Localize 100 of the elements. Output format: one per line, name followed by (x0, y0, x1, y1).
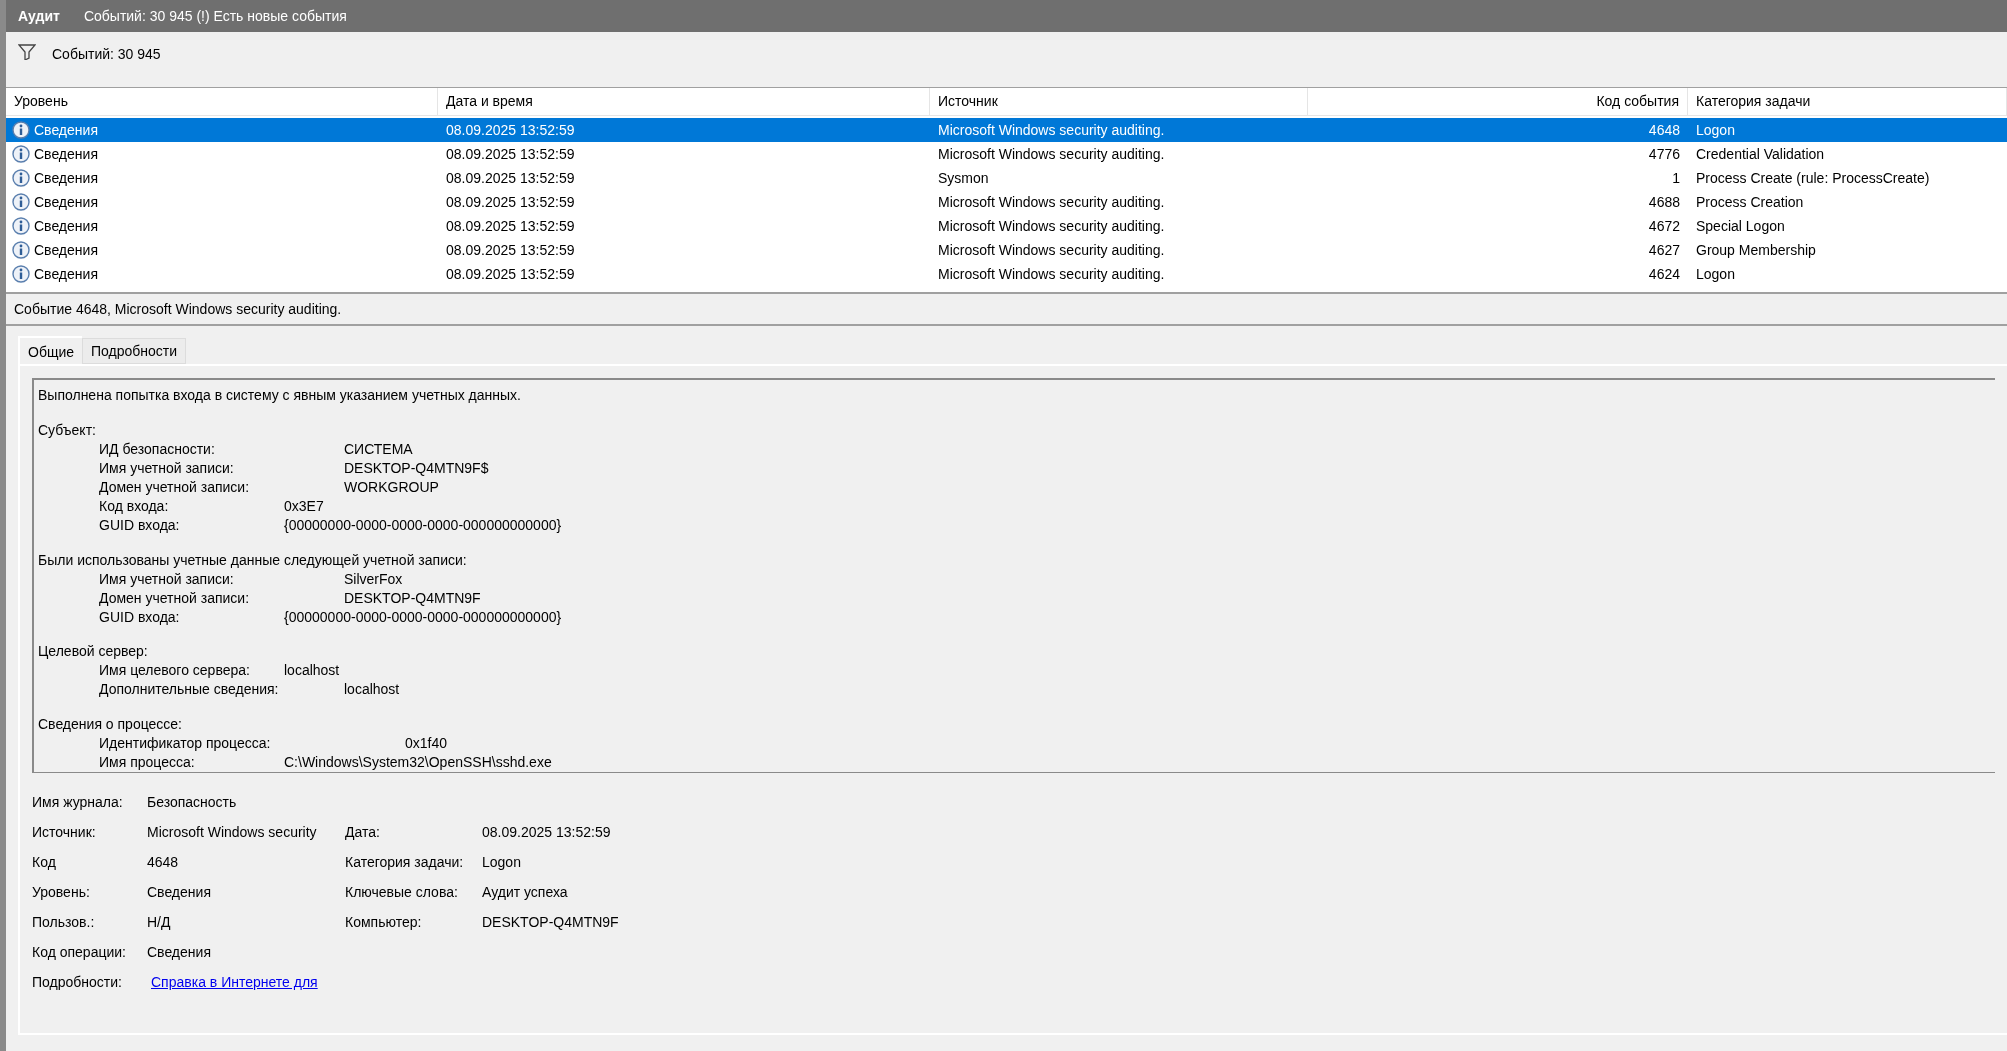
panel-title: Аудит (18, 6, 60, 26)
property-value: DESKTOP-Q4MTN9F (482, 912, 619, 932)
table-cell-text: 08.09.2025 13:52:59 (445, 192, 576, 212)
table-cell-text: Microsoft Windows security auditing. (937, 144, 1166, 164)
field-value: SilverFox (344, 569, 403, 589)
section-heading: Сведения о процессе: (38, 715, 183, 734)
level-text: Сведения (34, 120, 98, 140)
table-cell-text: 4627 (1647, 240, 1681, 260)
status-text: Событий: 30 945 (!) Есть новые события (83, 6, 347, 26)
property-value: Н/Д (147, 912, 172, 932)
field-label: GUID входа: (99, 607, 181, 627)
table-cell-text: 08.09.2025 13:52:59 (445, 120, 576, 140)
field-value: DESKTOP-Q4MTN9F$ (344, 458, 489, 478)
info-icon (12, 121, 30, 139)
tab[interactable]: Подробности (82, 338, 187, 364)
table-cell-text: Credential Validation (1695, 144, 1826, 164)
field-label: Домен учетной записи: (99, 477, 251, 497)
level-text: Сведения (34, 144, 98, 164)
property-value: Аудит успеха (482, 882, 568, 902)
table-cell-text: 08.09.2025 13:52:59 (445, 144, 576, 164)
description-text: Выполнена попытка входа в систему с явным указанием учетных данных. (38, 386, 522, 405)
property-value: Logon (482, 852, 521, 872)
field-value: WORKGROUP (344, 477, 439, 497)
table-cell-text: Logon (1695, 120, 1736, 140)
column-header[interactable]: Дата и время (438, 88, 930, 115)
info-icon (12, 265, 30, 283)
table-cell-text: Microsoft Windows security auditing. (937, 240, 1166, 260)
field-label: Идентификатор процесса: (99, 734, 272, 753)
table-cell-text: 08.09.2025 13:52:59 (445, 264, 576, 284)
property-label: Источник: (32, 822, 97, 842)
table-cell-text: 4688 (1647, 192, 1681, 212)
info-icon (12, 145, 30, 163)
property-label: Компьютер: (345, 912, 423, 932)
column-header[interactable]: Код события (1308, 88, 1688, 115)
property-label: Пользов.: (32, 912, 96, 932)
table-cell-text: Sysmon (937, 168, 990, 188)
field-label: Код входа: (99, 496, 170, 516)
table-cell-text: Special Logon (1695, 216, 1786, 236)
level-text: Сведения (34, 240, 98, 260)
property-label: Категория задачи: (345, 852, 465, 872)
field-label: Дополнительные сведения: (99, 680, 280, 700)
field-label: GUID входа: (99, 515, 181, 535)
event-title: Событие 4648, Microsoft Windows security auditing. (14, 299, 342, 319)
field-value: СИСТЕМА (344, 439, 413, 459)
info-icon (12, 169, 30, 187)
table-cell-text: 4672 (1647, 216, 1681, 236)
help-link[interactable]: Справка в Интернете для (147, 971, 318, 993)
property-value: Безопасность (147, 792, 238, 812)
property-label: Подробности: (32, 972, 123, 992)
table-cell-text: 4648 (1647, 120, 1681, 140)
property-value: 4648 (147, 852, 180, 872)
table-cell-text: Microsoft Windows security auditing. (937, 192, 1166, 212)
field-value: 0x1f40 (405, 734, 448, 753)
table-cell-text: 08.09.2025 13:52:59 (445, 216, 576, 236)
field-value: localhost (344, 680, 400, 700)
field-value: DESKTOP-Q4MTN9F (344, 588, 481, 608)
table-cell-text: 08.09.2025 13:52:59 (445, 240, 576, 260)
table-cell-text: 4776 (1647, 144, 1681, 164)
level-text: Сведения (34, 264, 98, 284)
table-cell-text: Microsoft Windows security auditing. (937, 216, 1166, 236)
column-header[interactable]: Категория задачи (1688, 88, 2007, 115)
section-heading: Были использованы учетные данные следующей учетной записи: (38, 550, 468, 570)
info-icon (12, 193, 30, 211)
filter-icon[interactable] (18, 44, 36, 60)
level-text: Сведения (34, 216, 98, 236)
field-label: Имя процесса: (99, 753, 196, 772)
field-label: Имя учетной записи: (99, 569, 235, 589)
table-cell-text: Logon (1695, 264, 1736, 284)
info-icon (12, 241, 30, 259)
field-label: Имя целевого сервера: (99, 661, 251, 681)
tab[interactable]: Общие (18, 336, 83, 366)
field-value: localhost (284, 661, 340, 681)
level-text: Сведения (34, 192, 98, 212)
property-value: Microsoft Windows security (147, 822, 318, 842)
table-row[interactable]: Сведения 08.09.2025 13:52:59 Microsoft Windows security auditing. 4648 Logon (6, 118, 2007, 142)
property-label: Код (32, 852, 57, 872)
table-cell-text: Microsoft Windows security auditing. (937, 120, 1166, 140)
table-cell-text: Group Membership (1695, 240, 1817, 260)
info-icon (12, 217, 30, 235)
section-heading: Субъект: (38, 420, 97, 440)
column-header[interactable]: Источник (930, 88, 1308, 115)
table-cell-text: 08.09.2025 13:52:59 (445, 168, 576, 188)
table-cell-text: 4624 (1647, 264, 1681, 284)
level-text: Сведения (34, 168, 98, 188)
field-label: Имя учетной записи: (99, 458, 235, 478)
table-cell-text: Microsoft Windows security auditing. (937, 264, 1166, 284)
property-value: Сведения (147, 882, 212, 902)
property-value: 08.09.2025 13:52:59 (482, 822, 611, 842)
field-value: 0x3E7 (284, 496, 324, 516)
table-cell-text: Process Creation (1695, 192, 1805, 212)
table-cell-text: Process Create (rule: ProcessCreate) (1695, 168, 1931, 188)
field-value: {00000000-0000-0000-0000-000000000000} (284, 515, 562, 535)
field-label: ИД безопасности: (99, 439, 216, 459)
property-label: Уровень: (32, 882, 91, 902)
table-cell-text: 1 (1671, 168, 1681, 188)
field-value: {00000000-0000-0000-0000-000000000000} (284, 607, 562, 627)
property-label: Ключевые слова: (345, 882, 459, 902)
property-label: Код операции: (32, 942, 127, 962)
column-header[interactable]: Уровень (6, 88, 438, 115)
field-label: Домен учетной записи: (99, 588, 251, 608)
